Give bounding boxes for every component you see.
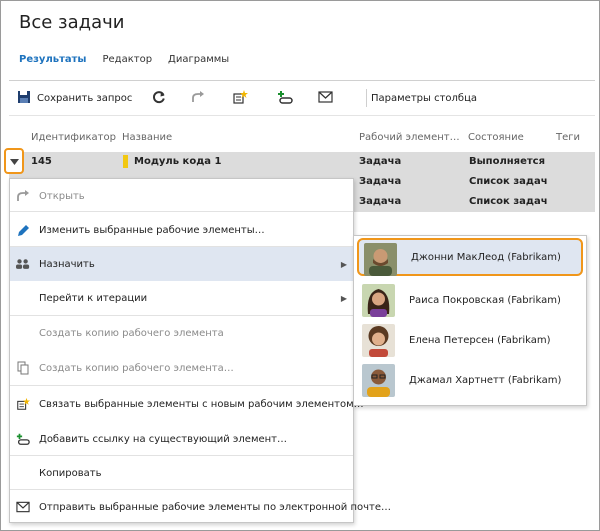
avatar-man-beard <box>364 243 397 276</box>
menu-item-label: Создать копию рабочего элемента <box>39 327 224 339</box>
redo-button[interactable] <box>191 90 205 106</box>
menu-item-label: Открыть <box>39 190 85 202</box>
menu-item-label: Связать выбранные элементы с новым рабоч… <box>39 398 364 410</box>
avatar-woman-curly-hair <box>362 324 395 357</box>
row-type: Задача <box>359 176 402 187</box>
new-linked-item-icon <box>232 89 248 108</box>
refresh-button[interactable] <box>152 90 166 106</box>
submenu-arrow-icon: ▶ <box>340 259 347 269</box>
new-linked-item-icon <box>16 397 30 411</box>
menu-item-label: Перейти к итерации <box>39 292 148 304</box>
menu-item-edit-selected[interactable]: Изменить выбранные рабочие элементы… <box>10 213 353 247</box>
menu-item-label: Назначить <box>39 258 95 270</box>
avatar-man-glasses <box>362 364 395 397</box>
save-icon <box>17 90 31 107</box>
save-query-label: Сохранить запрос <box>37 92 133 104</box>
menu-item-label: Копировать <box>39 467 102 479</box>
menu-item-label: Изменить выбранные рабочие элементы… <box>39 224 265 236</box>
redo-icon <box>191 90 205 107</box>
mail-icon <box>318 90 333 106</box>
menu-item-copy[interactable]: Копировать <box>10 456 353 490</box>
menu-item-label: Добавить ссылку на существующий элемент… <box>39 433 288 445</box>
menu-item-copy-work-item-dialog[interactable]: Создать копию рабочего элемента… <box>10 351 353 385</box>
assignee-name: Елена Петерсен (Fabrikam) <box>409 334 551 346</box>
assign-submenu: Джонни МакЛеод (Fabrikam) Раиса Покровск… <box>353 235 587 406</box>
context-menu: Открыть Изменить выбранные рабочие элеме… <box>9 178 391 524</box>
menu-separator <box>10 385 353 386</box>
add-link-icon <box>277 90 293 107</box>
copy-icon <box>16 361 30 375</box>
tab-results[interactable]: Результаты <box>19 54 86 65</box>
row-id: 145 <box>31 156 52 167</box>
row-context-menu-toggle[interactable] <box>4 148 24 174</box>
row-state: Список задач <box>469 176 548 187</box>
redo-icon <box>16 189 30 203</box>
menu-item-add-link[interactable]: Добавить ссылку на существующий элемент… <box>10 422 353 456</box>
work-item-color-bar <box>123 155 128 168</box>
page-title: Все задачи <box>19 12 125 33</box>
refresh-icon <box>152 90 166 107</box>
mail-icon <box>16 500 30 514</box>
row-type: Задача <box>359 196 402 207</box>
menu-item-link-to-new[interactable]: Связать выбранные элементы с новым рабоч… <box>10 387 364 421</box>
add-link-icon <box>16 432 30 446</box>
assignee-name: Джамал Хартнетт (Fabrikam) <box>409 374 562 386</box>
column-header-type[interactable]: Рабочий элемент… <box>359 132 460 143</box>
menu-separator <box>10 211 353 212</box>
add-link-button[interactable] <box>277 90 293 106</box>
menu-item-open[interactable]: Открыть <box>10 179 353 213</box>
people-icon <box>16 257 30 271</box>
menu-item-move-to-iteration[interactable]: Перейти к итерации ▶ <box>10 281 353 315</box>
assignee-option[interactable]: Елена Петерсен (Fabrikam) <box>357 321 583 359</box>
column-header-title[interactable]: Название <box>122 132 172 143</box>
assignee-option[interactable]: Джамал Хартнетт (Fabrikam) <box>357 361 583 399</box>
column-header-state[interactable]: Состояние <box>468 132 524 143</box>
new-linked-item-button[interactable] <box>232 89 248 108</box>
menu-item-label: Создать копию рабочего элемента… <box>39 362 234 374</box>
menu-item-assign[interactable]: Назначить ▶ <box>10 247 353 281</box>
avatar-woman-dark-hair <box>362 284 395 317</box>
assignee-name: Джонни МакЛеод (Fabrikam) <box>411 251 561 263</box>
assignee-option[interactable]: Раиса Покровская (Fabrikam) <box>357 281 583 319</box>
tab-charts[interactable]: Диаграммы <box>168 54 229 65</box>
tab-editor[interactable]: Редактор <box>102 54 152 65</box>
menu-item-copy-work-item[interactable]: Создать копию рабочего элемента <box>10 316 353 350</box>
app-window: Все задачи Результаты Редактор Диаграммы… <box>0 0 600 531</box>
menu-item-label: Отправить выбранные рабочие элементы по … <box>39 501 392 513</box>
submenu-arrow-icon: ▶ <box>340 293 347 303</box>
caret-down-icon <box>9 155 19 168</box>
row-state: Выполняется <box>469 156 546 167</box>
row-title: Модуль кода 1 <box>134 156 222 167</box>
column-header-tags[interactable]: Теги <box>556 132 580 143</box>
table-row[interactable]: 145 Модуль кода 1 Задача Выполняется <box>9 152 595 172</box>
column-header-id[interactable]: Идентификатор <box>31 132 116 143</box>
tab-bar: Результаты Редактор Диаграммы <box>19 54 245 65</box>
row-type: Задача <box>359 156 402 167</box>
menu-item-email-selected[interactable]: Отправить выбранные рабочие элементы по … <box>10 490 391 524</box>
pencil-icon <box>16 223 30 237</box>
column-options-button[interactable]: Параметры столбца <box>365 90 477 106</box>
column-options-label: Параметры столбца <box>371 92 478 104</box>
email-button[interactable] <box>318 90 333 106</box>
assignee-name: Раиса Покровская (Fabrikam) <box>409 294 561 306</box>
assignee-option[interactable]: Джонни МакЛеод (Fabrikam) <box>357 238 583 276</box>
row-state: Список задач <box>469 196 548 207</box>
toolbar: Сохранить запрос Параметры столбца <box>9 80 595 116</box>
save-query-button[interactable]: Сохранить запрос <box>17 90 132 106</box>
